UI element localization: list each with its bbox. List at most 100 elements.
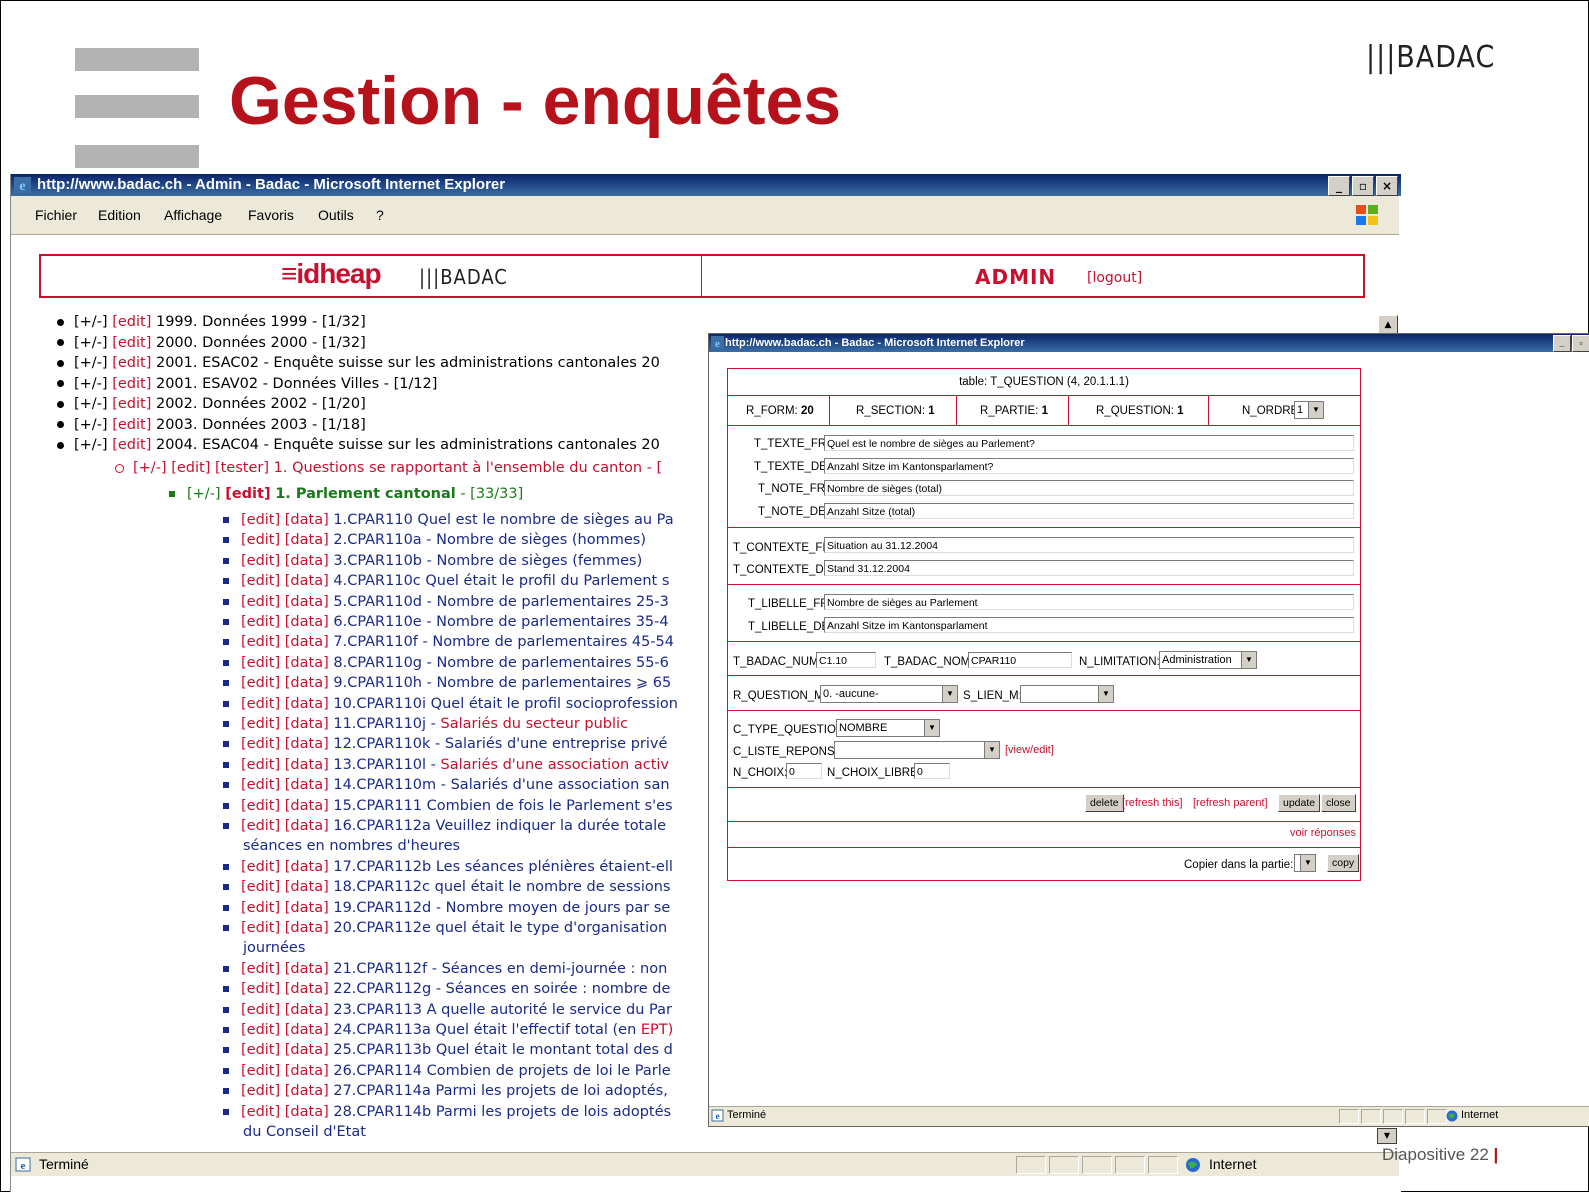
c-type-question-select[interactable]: NOMBRE ▼ (836, 719, 940, 737)
question-label[interactable]: 3.CPAR110b - Nombre de sièges (femmes) (333, 553, 642, 569)
question-label[interactable]: 13.CPAR110l - (333, 757, 440, 773)
question-label[interactable]: 9.CPAR110h - Nombre de parlementaires ⩾ … (333, 675, 671, 691)
copy-button[interactable]: copy (1327, 854, 1360, 872)
edit-link[interactable]: [edit] (241, 1063, 280, 1079)
edit-link[interactable]: [edit] (241, 736, 280, 752)
question-label[interactable]: 4.CPAR110c Quel était le profil du Parle… (333, 573, 669, 589)
toggle-link[interactable]: [+/-] (74, 417, 108, 433)
n-limitation-select[interactable]: Administration ▼ (1159, 651, 1257, 669)
edit-link[interactable]: [edit] (241, 675, 280, 691)
edit-link[interactable]: [edit] (241, 777, 280, 793)
data-link[interactable]: [data] (285, 675, 329, 691)
edit-link[interactable]: [edit] (241, 716, 280, 732)
data-link[interactable]: [data] (285, 818, 329, 834)
edit-link[interactable]: [edit] (225, 486, 270, 502)
edit-link[interactable]: [edit] (112, 376, 151, 392)
t-note-de-input[interactable]: Anzahl Sitze (total) (824, 503, 1354, 519)
menu-help[interactable]: ? (376, 207, 384, 223)
edit-link[interactable]: [edit] (241, 981, 280, 997)
data-link[interactable]: [data] (285, 1042, 329, 1058)
data-link[interactable]: [data] (285, 1104, 329, 1120)
question-label[interactable]: 16.CPAR112a Veuillez indiquer la durée t… (333, 818, 666, 834)
edit-link[interactable]: [edit] (241, 614, 280, 630)
menu-favoris[interactable]: Favoris (248, 207, 294, 223)
refresh-this-link[interactable]: [refresh this] (1122, 797, 1183, 809)
data-link[interactable]: [data] (285, 859, 329, 875)
edit-link[interactable]: [edit] (241, 920, 280, 936)
menu-fichier[interactable]: Fichier (35, 207, 77, 223)
edit-link[interactable]: [edit] (241, 634, 280, 650)
n-ordre-select[interactable]: 1 ▼ (1294, 401, 1324, 419)
question-label[interactable]: 5.CPAR110d - Nombre de parlementaires 25… (333, 594, 669, 610)
menu-affichage[interactable]: Affichage (164, 207, 222, 223)
question-label[interactable]: 21.CPAR112f - Séances en demi-journée : … (333, 961, 667, 977)
view-edit-link[interactable]: [view/edit] (1005, 744, 1054, 756)
data-link[interactable]: [data] (285, 1083, 329, 1099)
popup-minimize-button[interactable]: _ (1553, 335, 1571, 352)
delete-button[interactable]: delete (1085, 794, 1124, 812)
question-label[interactable]: 22.CPAR112g - Séances en soirée : nombre… (333, 981, 670, 997)
data-link[interactable]: [data] (285, 1063, 329, 1079)
edit-link[interactable]: [edit] (241, 1104, 280, 1120)
scroll-up-arrow-icon[interactable]: ▲ (1378, 315, 1398, 335)
edit-link[interactable]: [edit] (241, 594, 280, 610)
data-link[interactable]: [data] (285, 594, 329, 610)
edit-link[interactable]: [edit] (241, 1002, 280, 1018)
t-texte-de-input[interactable]: Anzahl Sitze im Kantonsparlament? (824, 458, 1354, 474)
data-link[interactable]: [data] (285, 879, 329, 895)
question-label[interactable]: 7.CPAR110f - Nombre de parlementaires 45… (333, 634, 674, 650)
update-button[interactable]: update (1278, 794, 1321, 812)
t-contexte-fr-input[interactable]: Situation au 31.12.2004 (824, 537, 1354, 553)
data-link[interactable]: [data] (285, 716, 329, 732)
edit-link[interactable]: [edit] (112, 396, 151, 412)
edit-link[interactable]: [edit] (112, 437, 151, 453)
r-question-m-select[interactable]: 0. -aucune- ▼ (820, 685, 958, 703)
question-label[interactable]: 19.CPAR112d - Nombre moyen de jours par … (333, 900, 670, 916)
edit-link[interactable]: [edit] (241, 879, 280, 895)
question-label[interactable]: 15.CPAR111 Combien de fois le Parlement … (333, 798, 672, 814)
data-link[interactable]: [data] (285, 981, 329, 997)
refresh-parent-link[interactable]: [refresh parent] (1193, 797, 1268, 809)
t-badac-num-input[interactable]: C1.10 (816, 652, 876, 668)
voir-reponses-link[interactable]: voir réponses (1290, 827, 1356, 839)
edit-link[interactable]: [edit] (241, 553, 280, 569)
data-link[interactable]: [data] (285, 553, 329, 569)
close-button[interactable]: × (1376, 176, 1398, 196)
maximize-button[interactable]: ▫ (1352, 176, 1374, 196)
data-link[interactable]: [data] (285, 512, 329, 528)
logout-link[interactable]: [logout] (1087, 270, 1142, 286)
scroll-down-arrow-icon[interactable]: ▼ (1377, 1128, 1397, 1144)
close-button[interactable]: close (1321, 794, 1356, 812)
c-liste-reponse-select[interactable]: ▼ (834, 741, 1000, 759)
question-label[interactable]: 26.CPAR114 Combien de projets de loi le … (333, 1063, 670, 1079)
tester-link[interactable]: [tester] (215, 460, 269, 476)
edit-link[interactable]: [edit] (241, 1042, 280, 1058)
toggle-link[interactable]: [+/-] (74, 335, 108, 351)
data-link[interactable]: [data] (285, 757, 329, 773)
t-note-fr-input[interactable]: Nombre de sièges (total) (824, 480, 1354, 496)
data-link[interactable]: [data] (285, 1002, 329, 1018)
data-link[interactable]: [data] (285, 777, 329, 793)
edit-link[interactable]: [edit] (112, 335, 151, 351)
edit-link[interactable]: [edit] (241, 1022, 280, 1038)
t-contexte-de-input[interactable]: Stand 31.12.2004 (824, 560, 1354, 576)
n-choix-libre-input[interactable]: 0 (914, 763, 950, 779)
data-link[interactable]: [data] (285, 655, 329, 671)
edit-link[interactable]: [edit] (112, 355, 151, 371)
edit-link[interactable]: [edit] (241, 655, 280, 671)
edit-link[interactable]: [edit] (241, 900, 280, 916)
question-label[interactable]: 8.CPAR110g - Nombre de parlementaires 55… (333, 655, 669, 671)
toggle-link[interactable]: [+/-] (74, 355, 108, 371)
question-label[interactable]: 6.CPAR110e - Nombre de parlementaires 35… (333, 614, 668, 630)
edit-link[interactable]: [edit] (112, 314, 151, 330)
data-link[interactable]: [data] (285, 798, 329, 814)
s-lien-m-select[interactable]: ▼ (1020, 685, 1114, 703)
question-label[interactable]: 10.CPAR110i Quel était le profil sociopr… (333, 696, 678, 712)
toggle-link[interactable]: [+/-] (74, 314, 108, 330)
edit-link[interactable]: [edit] (241, 798, 280, 814)
popup-maximize-button[interactable]: ▫ (1572, 335, 1589, 352)
question-label[interactable]: 24.CPAR113a Quel était l'effectif total … (333, 1022, 641, 1038)
data-link[interactable]: [data] (285, 696, 329, 712)
edit-link[interactable]: [edit] (241, 818, 280, 834)
menu-outils[interactable]: Outils (318, 207, 354, 223)
